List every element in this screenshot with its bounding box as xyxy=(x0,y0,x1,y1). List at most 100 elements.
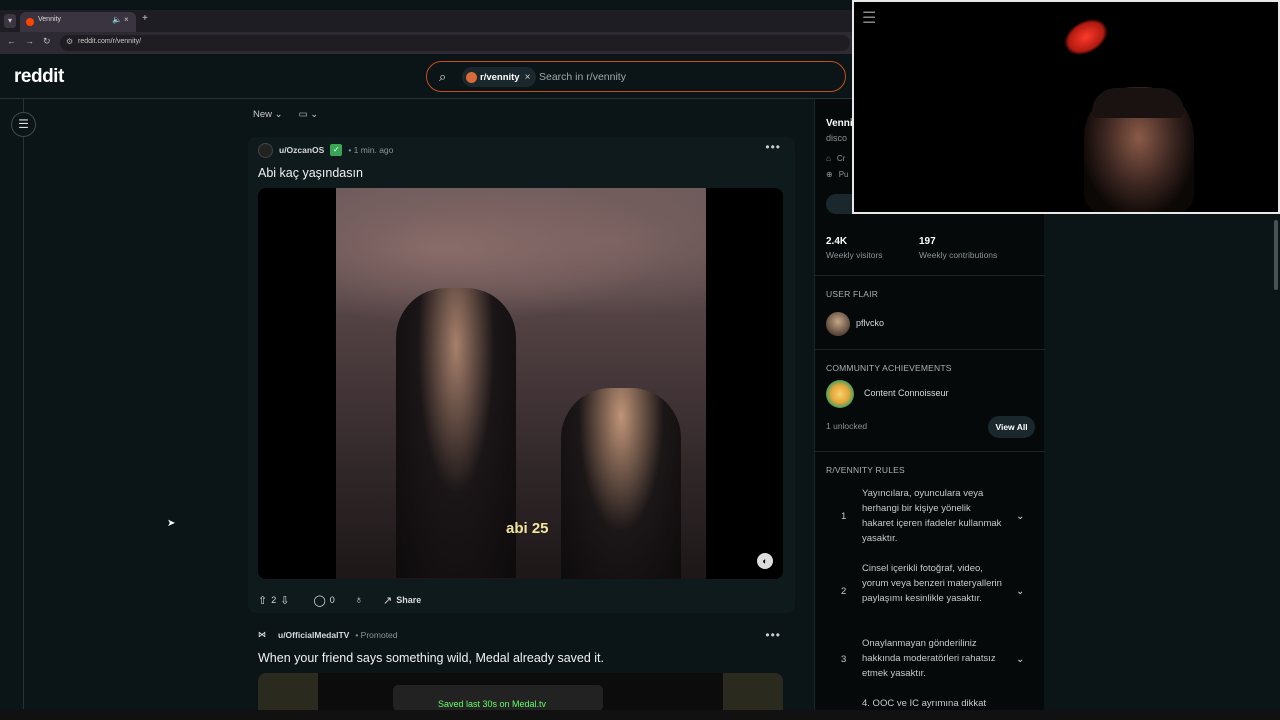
menu-toggle-button[interactable]: ☰ xyxy=(11,112,36,137)
promoted-post-card[interactable]: ⋈ u/OfficialMedalTV • Promoted ••• When … xyxy=(248,622,795,712)
community-name: Venni xyxy=(826,118,853,129)
sort-dropdown[interactable]: New ⌄ xyxy=(253,109,283,120)
community-description: disco xyxy=(826,133,848,143)
webcam-overlay: ☰ xyxy=(852,0,1280,214)
upvote-icon[interactable]: ⇧ xyxy=(258,594,267,607)
subreddit-avatar-icon xyxy=(466,71,477,83)
award-button[interactable]: ♁ xyxy=(355,594,363,606)
award-icon: ♁ xyxy=(354,594,364,606)
comment-icon: ◯ xyxy=(313,594,326,607)
sort-label: New xyxy=(253,109,273,120)
stat-value: 2.4K xyxy=(826,236,848,247)
chevron-down-icon[interactable]: ⌄ xyxy=(1016,511,1024,522)
post-header: ⋈ u/OfficialMedalTV • Promoted xyxy=(258,630,398,640)
divider xyxy=(815,349,1045,350)
rule-text: Cinsel içerikli fotoğraf, video, yorum v… xyxy=(862,563,1002,604)
promoted-media-text: Saved last 30s on Medal.tv xyxy=(438,699,547,709)
view-mode-dropdown[interactable]: ▭ ⌄ xyxy=(299,109,319,120)
post-actions: ⇧ 2 ⇩ ◯ 0 ♁ ↗ Share xyxy=(258,591,421,609)
reload-icon[interactable]: ↻ xyxy=(43,36,51,47)
chip-label: r/vennity xyxy=(480,71,520,83)
achievement-badge-icon[interactable] xyxy=(826,380,854,408)
share-label: Share xyxy=(396,595,422,605)
rule-number: 1 xyxy=(841,511,847,522)
browser-toolbar: ← → ↻ ⚙ reddit.com/r/vennity/ xyxy=(0,32,860,54)
user-flair-name[interactable]: pflvcko xyxy=(856,318,884,328)
chevron-down-icon[interactable]: ⌄ xyxy=(1016,586,1024,597)
back-icon[interactable]: ← xyxy=(7,36,16,46)
url-text: reddit.com/r/vennity/ xyxy=(78,38,142,45)
public-row: ⊕ Pu xyxy=(826,170,849,179)
microphone-image xyxy=(1059,13,1113,61)
comment-count: 0 xyxy=(329,595,335,605)
search-bar[interactable]: ⌕ r/vennity × Search in r/vennity xyxy=(426,61,846,92)
reddit-header: reddit ⌕ r/vennity × Search in r/vennity xyxy=(0,54,860,99)
stat-value: 197 xyxy=(919,236,936,247)
chip-close-icon[interactable]: × xyxy=(525,72,531,83)
post-title[interactable]: Abi kaç yaşındasın xyxy=(258,166,363,180)
stat-label: Weekly visitors xyxy=(826,250,883,260)
reddit-logo[interactable]: reddit xyxy=(14,66,64,88)
scrollbar-thumb[interactable] xyxy=(1274,220,1278,290)
divider xyxy=(815,451,1045,452)
new-tab-button[interactable]: + xyxy=(142,13,148,24)
flair-check-icon: ✓ xyxy=(330,144,343,156)
post-author[interactable]: u/OfficialMedalTV xyxy=(278,630,349,640)
browser-tab[interactable]: Vennity 🔈 × xyxy=(20,12,136,32)
address-bar[interactable]: ⚙ reddit.com/r/vennity/ xyxy=(60,35,850,51)
rules-heading: R/VENNITY RULES xyxy=(826,465,905,475)
post-time: • 1 min. ago xyxy=(348,145,394,155)
rule-number: 2 xyxy=(841,586,847,597)
site-info-icon[interactable]: ⚙ xyxy=(66,37,73,46)
hamburger-menu-icon: ☰ xyxy=(862,10,877,27)
mouse-cursor-icon: ➤ xyxy=(167,518,176,529)
tab-title: Vennity xyxy=(38,16,61,23)
more-options-icon[interactable]: ••• xyxy=(765,140,781,154)
medal-logo-icon[interactable]: ⋈ xyxy=(258,630,272,640)
promoted-media[interactable]: Saved last 30s on Medal.tv xyxy=(258,673,783,711)
vote-count: 2 xyxy=(271,595,277,605)
post-title[interactable]: When your friend says something wild, Me… xyxy=(258,651,604,665)
taskbar xyxy=(0,710,1280,720)
tab-list-button[interactable]: ▾ xyxy=(4,14,16,28)
avatar[interactable] xyxy=(258,142,273,158)
reddit-favicon-icon xyxy=(26,18,34,26)
mute-toggle-icon[interactable]: ◐ xyxy=(757,553,773,569)
stat-label: Weekly contributions xyxy=(919,250,998,260)
more-options-icon[interactable]: ••• xyxy=(765,628,781,642)
globe-icon: ⊕ xyxy=(826,170,833,179)
created-text: Cr xyxy=(836,154,846,163)
video-frame: abi 25 xyxy=(336,188,706,579)
post-card[interactable]: u/OzcanOS ✓ • 1 min. ago ••• Abi kaç yaş… xyxy=(248,137,795,613)
divider xyxy=(815,275,1045,276)
share-button[interactable]: ↗ Share xyxy=(383,594,421,607)
video-caption: abi 25 xyxy=(506,520,549,537)
comments-button[interactable]: ◯ 0 xyxy=(313,594,334,607)
video-player[interactable]: abi 25 ◐ xyxy=(258,188,783,579)
avatar[interactable] xyxy=(826,312,850,336)
achievement-name[interactable]: Content Connoisseur xyxy=(864,388,949,398)
share-icon: ↗ xyxy=(383,594,393,607)
left-rail xyxy=(0,99,24,709)
promoted-tag: • Promoted xyxy=(355,630,398,640)
downvote-icon[interactable]: ⇩ xyxy=(280,594,289,607)
chevron-down-icon[interactable]: ⌄ xyxy=(1016,654,1024,665)
rule-text: Yayıncılara, oyunculara veya herhangi bi… xyxy=(862,488,1002,544)
post-header: u/OzcanOS ✓ • 1 min. ago xyxy=(258,142,393,158)
cake-icon: ⌂ xyxy=(826,154,831,163)
subreddit-search-chip[interactable]: r/vennity × xyxy=(462,67,537,87)
view-all-button[interactable]: View All xyxy=(988,416,1035,438)
speaker-icon[interactable]: 🔈 xyxy=(112,15,122,24)
forward-icon[interactable]: → xyxy=(25,36,34,46)
weekly-visitors-stat: 2.4K Weekly visitors xyxy=(826,236,883,260)
video-person xyxy=(396,288,516,578)
tab-close-button[interactable]: × xyxy=(124,15,129,24)
video-person xyxy=(561,388,681,579)
search-input[interactable]: Search in r/vennity xyxy=(539,71,626,83)
rule-number: 3 xyxy=(841,654,847,665)
post-author[interactable]: u/OzcanOS xyxy=(279,145,324,155)
streamer-hair-image xyxy=(1092,88,1184,118)
weekly-contributions-stat: 197 Weekly contributions xyxy=(919,236,997,260)
rule-text: Onaylanmayan gönderiliniz hakkında moder… xyxy=(862,638,996,679)
tab-strip: ▾ Vennity 🔈 × + xyxy=(0,10,860,32)
